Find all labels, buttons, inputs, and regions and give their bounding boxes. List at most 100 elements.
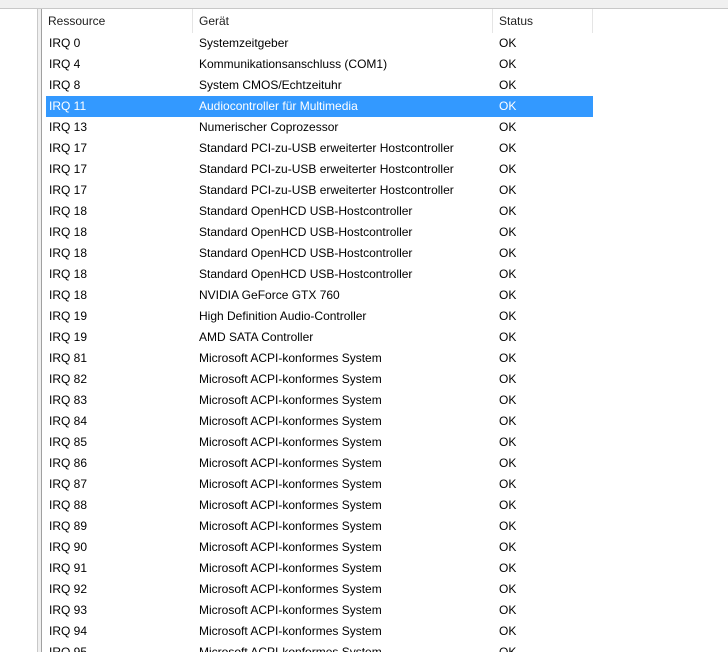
status-cell: OK (499, 288, 517, 302)
status-cell: OK (499, 351, 517, 365)
status-cell: OK (499, 456, 517, 470)
status-cell: OK (499, 246, 517, 260)
device-cell: Systemzeitgeber (199, 36, 289, 50)
status-cell: OK (499, 141, 517, 155)
resource-cell: IRQ 18 (49, 204, 88, 218)
device-cell: System CMOS/Echtzeituhr (199, 78, 342, 92)
table-row[interactable]: IRQ 86 Microsoft ACPI-konformes System OK (42, 453, 728, 474)
status-cell: OK (499, 561, 517, 575)
column-header-device[interactable]: Gerät (193, 9, 493, 33)
table-row[interactable]: IRQ 18 Standard OpenHCD USB-Hostcontrolle… (42, 264, 728, 285)
resource-cell: IRQ 17 (49, 141, 88, 155)
status-cell: OK (499, 477, 517, 491)
resource-cell: IRQ 8 (49, 78, 81, 92)
resource-cell: IRQ 87 (49, 477, 88, 491)
status-cell: OK (499, 309, 517, 323)
table-row[interactable]: IRQ 81 Microsoft ACPI-konformes System OK (42, 348, 728, 369)
device-cell: NVIDIA GeForce GTX 760 (199, 288, 340, 302)
table-row[interactable]: IRQ 13 Numerischer Coprozessor OK (42, 117, 728, 138)
device-cell: Microsoft ACPI-konformes System (199, 519, 382, 533)
resource-cell: IRQ 11 (49, 99, 87, 113)
resource-cell: IRQ 89 (49, 519, 88, 533)
table-row[interactable]: IRQ 17 Standard PCI-zu-USB erweiterter Ho… (42, 180, 728, 201)
device-cell: AMD SATA Controller (199, 330, 314, 344)
resource-cell: IRQ 18 (49, 225, 88, 239)
list-header: Ressource Gerät Status (42, 9, 728, 33)
table-row[interactable]: IRQ 94 Microsoft ACPI-konformes System OK (42, 621, 728, 642)
resource-cell: IRQ 94 (49, 624, 88, 638)
device-cell: Microsoft ACPI-konformes System (199, 498, 382, 512)
resource-cell: IRQ 17 (49, 162, 88, 176)
table-row[interactable]: IRQ 88 Microsoft ACPI-konformes System OK (42, 495, 728, 516)
table-row[interactable]: IRQ 8 System CMOS/Echtzeituhr OK (42, 75, 728, 96)
resource-cell: IRQ 81 (49, 351, 88, 365)
table-row[interactable]: IRQ 18 NVIDIA GeForce GTX 760 OK (42, 285, 728, 306)
device-cell: Microsoft ACPI-konformes System (199, 456, 382, 470)
category-tree-pane[interactable] (0, 9, 37, 652)
resource-cell: IRQ 90 (49, 540, 88, 554)
table-row[interactable]: IRQ 18 Standard OpenHCD USB-Hostcontrolle… (42, 201, 728, 222)
resource-cell: IRQ 18 (49, 288, 88, 302)
table-row[interactable]: IRQ 19 High Definition Audio-Controller OK (42, 306, 728, 327)
irq-resource-list[interactable]: Ressource Gerät Status IRQ 0 Systemzeitge… (42, 9, 728, 652)
table-row[interactable]: IRQ 0 Systemzeitgeber OK (42, 33, 728, 54)
window-top-edge (0, 0, 728, 9)
resource-cell: IRQ 17 (49, 183, 88, 197)
device-cell: Microsoft ACPI-konformes System (199, 561, 382, 575)
table-row[interactable]: IRQ 95 Microsoft ACPI-konformes System OK (42, 642, 728, 652)
resource-cell: IRQ 0 (49, 36, 81, 50)
device-cell: Kommunikationsanschluss (COM1) (199, 57, 388, 71)
table-row[interactable]: IRQ 91 Microsoft ACPI-konformes System OK (42, 558, 728, 579)
column-header-resource[interactable]: Ressource (42, 9, 193, 33)
device-cell: Microsoft ACPI-konformes System (199, 435, 382, 449)
table-row[interactable]: IRQ 93 Microsoft ACPI-konformes System OK (42, 600, 728, 621)
column-header-status[interactable]: Status (493, 9, 593, 33)
device-cell: Microsoft ACPI-konformes System (199, 624, 382, 638)
status-cell: OK (499, 435, 517, 449)
status-cell: OK (499, 393, 517, 407)
resource-cell: IRQ 19 (49, 330, 88, 344)
status-cell: OK (499, 267, 517, 281)
resource-cell: IRQ 4 (49, 57, 81, 71)
resource-cell: IRQ 88 (49, 498, 88, 512)
status-cell: OK (499, 645, 517, 652)
table-row[interactable]: IRQ 4 Kommunikationsanschluss (COM1) OK (42, 54, 728, 75)
device-cell: Microsoft ACPI-konformes System (199, 393, 382, 407)
table-row[interactable]: IRQ 11 Audiocontroller für Multimedia OK (42, 96, 728, 117)
device-cell: Standard PCI-zu-USB erweiterter Hostcont… (199, 183, 454, 197)
table-row[interactable]: IRQ 89 Microsoft ACPI-konformes System OK (42, 516, 728, 537)
device-cell: Microsoft ACPI-konformes System (199, 540, 382, 554)
resource-cell: IRQ 91 (49, 561, 88, 575)
table-row[interactable]: IRQ 82 Microsoft ACPI-konformes System OK (42, 369, 728, 390)
device-cell: Standard OpenHCD USB-Hostcontroller (199, 204, 413, 218)
status-cell: OK (499, 414, 517, 428)
table-row[interactable]: IRQ 92 Microsoft ACPI-konformes System OK (42, 579, 728, 600)
status-cell: OK (499, 162, 517, 176)
resource-cell: IRQ 18 (49, 246, 88, 260)
device-cell: Standard PCI-zu-USB erweiterter Hostcont… (199, 162, 454, 176)
table-row[interactable]: IRQ 83 Microsoft ACPI-konformes System OK (42, 390, 728, 411)
status-cell: OK (499, 540, 517, 554)
resource-cell: IRQ 92 (49, 582, 88, 596)
device-cell: Numerischer Coprozessor (199, 120, 339, 134)
table-row[interactable]: IRQ 87 Microsoft ACPI-konformes System OK (42, 474, 728, 495)
resource-cell: IRQ 82 (49, 372, 88, 386)
resource-cell: IRQ 85 (49, 435, 88, 449)
device-cell: Standard OpenHCD USB-Hostcontroller (199, 225, 413, 239)
resource-cell: IRQ 18 (49, 267, 88, 281)
status-cell: OK (499, 57, 517, 71)
resource-cell: IRQ 84 (49, 414, 88, 428)
table-row[interactable]: IRQ 18 Standard OpenHCD USB-Hostcontrolle… (42, 243, 728, 264)
device-cell: Microsoft ACPI-konformes System (199, 351, 382, 365)
status-cell: OK (499, 582, 517, 596)
table-row[interactable]: IRQ 19 AMD SATA Controller OK (42, 327, 728, 348)
table-row[interactable]: IRQ 90 Microsoft ACPI-konformes System OK (42, 537, 728, 558)
table-row[interactable]: IRQ 17 Standard PCI-zu-USB erweiterter Ho… (42, 159, 728, 180)
status-cell: OK (499, 78, 517, 92)
table-row[interactable]: IRQ 84 Microsoft ACPI-konformes System OK (42, 411, 728, 432)
table-row[interactable]: IRQ 17 Standard PCI-zu-USB erweiterter Ho… (42, 138, 728, 159)
device-cell: Microsoft ACPI-konformes System (199, 582, 382, 596)
status-cell: OK (499, 36, 517, 50)
table-row[interactable]: IRQ 18 Standard OpenHCD USB-Hostcontrolle… (42, 222, 728, 243)
table-row[interactable]: IRQ 85 Microsoft ACPI-konformes System OK (42, 432, 728, 453)
